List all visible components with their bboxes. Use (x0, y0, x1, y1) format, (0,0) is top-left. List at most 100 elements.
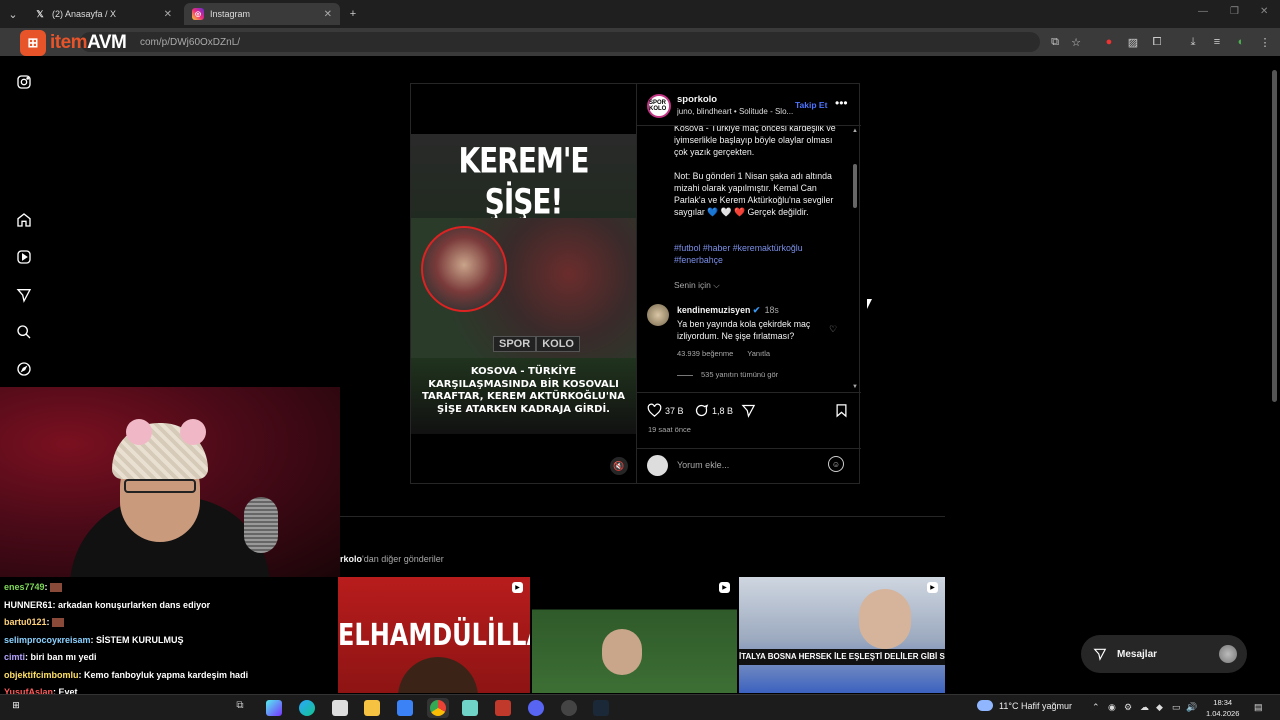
new-tab-button[interactable]: + (346, 7, 360, 21)
file-explorer-icon[interactable] (364, 700, 380, 716)
network-icon[interactable]: ▭ (1172, 702, 1181, 713)
reply-button[interactable]: Yanıtla (747, 349, 770, 358)
reading-list-icon[interactable]: ≡ (1210, 35, 1224, 49)
more-post-thumb-1[interactable]: ELHAMDÜLİLLAH ▶ (338, 577, 530, 693)
explore-compass-icon[interactable] (15, 360, 33, 378)
for-you-toggle[interactable]: Senin için ⌵ (674, 280, 720, 291)
tray-app-icon[interactable]: ⚙ (1124, 702, 1132, 713)
tab-search-icon[interactable]: ⌄ (6, 7, 20, 21)
close-window-icon[interactable]: ✕ (1260, 6, 1268, 17)
chat-emote-icon (49, 583, 62, 593)
extension-red-icon[interactable]: ● (1102, 35, 1116, 49)
url-path: /p/DWj60OxDZnL/ (158, 36, 241, 48)
reels-icon[interactable] (15, 248, 33, 266)
my-avatar (647, 455, 668, 476)
browser-tab-strip: ⌄ 𝕏 (2) Anasayfa / X ✕ ◎ Instagram ✕ + —… (0, 0, 1280, 28)
comment-input[interactable]: Yorum ekle... (677, 460, 729, 470)
scroll-thumb[interactable] (853, 164, 857, 208)
more-posts-username[interactable]: rkolo (340, 554, 362, 564)
page-scrollbar[interactable] (1270, 68, 1278, 692)
tray-app-icon[interactable]: ◉ (1108, 702, 1116, 713)
more-post-thumb-2[interactable]: ▶ (532, 577, 737, 693)
follow-button[interactable]: Takip Et (795, 100, 827, 110)
scroll-down-icon[interactable]: ▼ (852, 384, 858, 390)
comments-pane[interactable]: Kosova - Türkiye maç öncesi kardeşlik ve… (637, 126, 861, 392)
chat-line: bartu0121: (4, 617, 64, 628)
task-view-icon[interactable]: ⧉ (232, 700, 248, 716)
extensions-puzzle-icon[interactable]: ⧠ (1150, 35, 1164, 49)
address-bar[interactable]: com /p/DWj60OxDZnL/ (80, 32, 1040, 52)
tab-x[interactable]: 𝕏 (2) Anasayfa / X ✕ (26, 3, 180, 25)
page-scroll-thumb[interactable] (1272, 70, 1277, 402)
comment-button[interactable]: 1,8 B (694, 403, 733, 418)
thumb-3-text: İTALYA BOSNA HERSEK İLE EŞLEŞTİ DELİLER … (739, 649, 945, 665)
tab-instagram[interactable]: ◎ Instagram ✕ (184, 3, 340, 25)
view-replies-link[interactable]: 535 yanıtın tümünü gör (677, 370, 778, 379)
comment-username[interactable]: kendinemuzisyen (677, 305, 750, 315)
download-icon[interactable]: ⤓ (1186, 35, 1200, 49)
add-comment-row: Yorum ekle... ☺ (637, 448, 861, 483)
store-icon[interactable] (332, 700, 348, 716)
emoji-icon[interactable]: ☺ (828, 456, 844, 472)
obs-icon[interactable] (561, 700, 577, 716)
profile-icon[interactable]: ◐ (1234, 35, 1248, 49)
menu-kebab-icon[interactable]: ⋮ (1258, 35, 1272, 49)
tray-chevron-icon[interactable]: ⌃ (1092, 702, 1100, 713)
author-avatar[interactable]: SPOR KOLO (647, 94, 671, 118)
notes-app-icon[interactable] (462, 700, 478, 716)
minimize-icon[interactable]: — (1198, 6, 1208, 17)
volume-icon[interactable]: 🔊 (1186, 702, 1197, 713)
start-icon[interactable]: ⊞ (8, 700, 24, 716)
close-tab-icon[interactable]: ✕ (164, 9, 172, 20)
more-options-icon[interactable]: ••• (835, 96, 848, 110)
comment-like-icon[interactable]: ♡ (829, 324, 837, 335)
posted-time[interactable]: 19 saat önce (648, 425, 691, 434)
stream-chat: enes7749: HUNNER61: arkadan konuşurlarke… (0, 578, 330, 698)
share-button[interactable] (741, 403, 759, 418)
post-audio[interactable]: juno, blindheart • Solitude - Slo... (677, 107, 799, 116)
post-sidebar: SPOR KOLO sporkolo juno, blindheart • So… (636, 84, 861, 483)
tray-app-icon[interactable]: ◆ (1156, 702, 1163, 713)
close-tab-icon[interactable]: ✕ (324, 9, 332, 20)
like-button[interactable]: 37 B (647, 403, 684, 418)
copilot-icon[interactable] (266, 700, 282, 716)
post-video-frame: KEREM'E ŞİŞE! SPOR KOLO KOSOVA - TÜRKİYE … (411, 134, 636, 434)
weather-text: 11°C Hafif yağmur (999, 700, 1072, 711)
chrome-icon[interactable] (430, 700, 446, 716)
scroll-up-icon[interactable]: ▲ (852, 128, 858, 134)
discord-icon[interactable] (528, 700, 544, 716)
comment-likes[interactable]: 43.939 beğenme (677, 349, 733, 358)
commenter-avatar[interactable] (647, 304, 669, 326)
chat-line: HUNNER61: arkadan konuşurlarken dans edi… (4, 600, 211, 610)
messages-label: Mesajlar (1117, 648, 1158, 660)
cast-icon[interactable]: ⧉ (1048, 35, 1062, 49)
notification-icon[interactable]: ▤ (1254, 702, 1263, 713)
messages-send-icon[interactable] (15, 286, 33, 304)
chat-line: enes7749: (4, 582, 62, 593)
game-app-icon[interactable] (495, 700, 511, 716)
extension-icon[interactable]: ▨ (1126, 35, 1140, 49)
author-username[interactable]: sporkolo (677, 94, 717, 105)
search-icon[interactable] (15, 323, 33, 341)
caption-hashtags[interactable]: #futbol #haber #keremaktürkoğlu #fenerba… (674, 242, 844, 266)
save-button[interactable] (834, 403, 852, 418)
tab-x-label: (2) Anasayfa / X (52, 9, 117, 19)
mute-icon[interactable]: 🔇 (610, 457, 628, 475)
instagram-icon[interactable] (15, 73, 33, 91)
system-clock[interactable]: 18:34 1.04.2026 (1206, 697, 1239, 719)
messages-button[interactable]: Mesajlar (1081, 635, 1247, 673)
screen: ⌄ 𝕏 (2) Anasayfa / X ✕ ◎ Instagram ✕ + —… (0, 0, 1280, 720)
more-post-thumb-3[interactable]: İTALYA BOSNA HERSEK İLE EŞLEŞTİ DELİLER … (739, 577, 945, 693)
home-icon[interactable] (15, 211, 33, 229)
comments-scrollbar[interactable]: ▲ ▼ (851, 128, 859, 392)
restore-icon[interactable]: ❐ (1230, 6, 1239, 17)
webcam-microphone (244, 497, 278, 553)
edge-icon[interactable] (299, 700, 315, 716)
section-divider (340, 516, 945, 517)
steam-icon[interactable] (593, 700, 609, 716)
mail-icon[interactable] (397, 700, 413, 716)
tray-app-icon[interactable]: ☁ (1140, 702, 1149, 713)
bookmark-star-icon[interactable]: ☆ (1069, 35, 1083, 49)
weather-widget[interactable]: 11°C Hafif yağmur (977, 700, 1072, 711)
post-media[interactable]: KEREM'E ŞİŞE! SPOR KOLO KOSOVA - TÜRKİYE … (411, 84, 636, 483)
